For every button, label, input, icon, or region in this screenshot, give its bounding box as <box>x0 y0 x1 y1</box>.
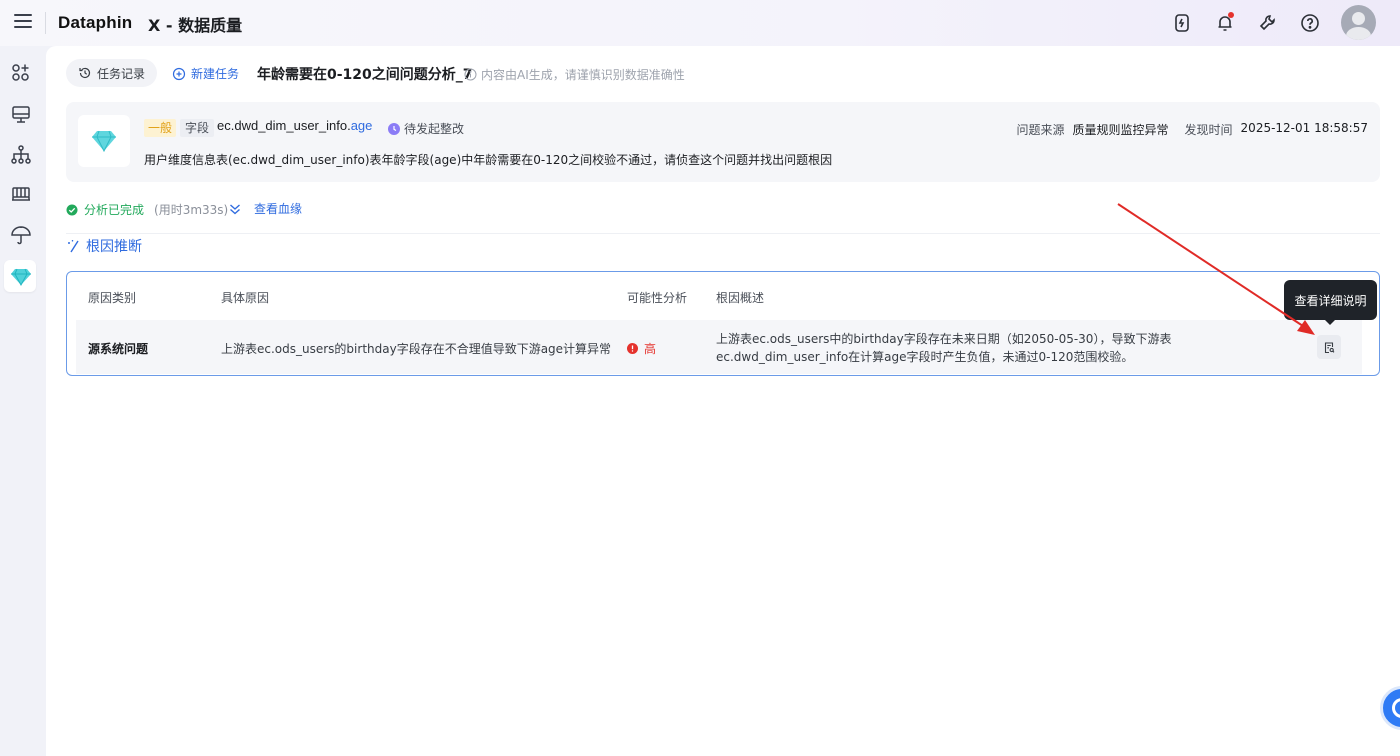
plus-circle-icon <box>172 67 186 80</box>
field-name: ec.dwd_dim_user_info.age <box>217 118 372 133</box>
umbrella-icon[interactable] <box>9 223 33 247</box>
left-sidebar <box>0 46 46 756</box>
root-cause-heading: 根因推断 <box>66 236 142 256</box>
clock-status-icon <box>388 122 400 135</box>
row-summary: 上游表ec.ods_users中的birthday字段存在未来日期（如2050-… <box>716 332 1172 364</box>
source-value: 质量规则监控异常 <box>1072 123 1169 137</box>
diamond-icon[interactable] <box>9 264 33 288</box>
new-task-button[interactable]: 新建任务 <box>172 65 239 82</box>
source-label: 问题来源 <box>1016 123 1065 137</box>
alert-circle-icon <box>627 343 638 354</box>
main-panel: 任务记录 新建任务 年龄需要在0-120之间问题分析_7 内容由AI生成，请谨慎… <box>46 46 1400 756</box>
history-icon <box>79 67 91 79</box>
column-header-summary: 根因概述 <box>716 291 765 305</box>
field-name-prefix: ec.dwd_dim_user_info. <box>217 118 351 133</box>
found-time-value: 2025-12-01 18:58:57 <box>1240 121 1368 135</box>
column-header-possibility: 可能性分析 <box>627 291 688 305</box>
view-lineage-button[interactable]: 查看血缘 <box>228 200 302 217</box>
analysis-status-text: 分析已完成 <box>84 203 145 217</box>
double-chevron-down-icon <box>230 203 240 214</box>
severity-tag: 一般 <box>144 119 177 137</box>
document-search-icon <box>1324 341 1334 353</box>
analysis-duration: (用时3m33s) <box>154 203 229 217</box>
wrench-icon[interactable] <box>1257 12 1279 34</box>
row-reason: 上游表ec.ods_users的birthday字段存在不合理值导致下游age计… <box>221 342 612 356</box>
table-row: 源系统问题 上游表ec.ods_users的birthday字段存在不合理值导致… <box>76 320 1362 374</box>
object-type-tag: 字段 <box>180 119 215 137</box>
root-cause-title: 根因推断 <box>86 239 142 255</box>
avatar[interactable] <box>1341 5 1376 40</box>
dataphin-logo: Dataphin <box>58 13 133 32</box>
issue-description: 用户维度信息表(ec.dwd_dim_user_info)表年龄字段(age)中… <box>144 153 833 167</box>
check-circle-icon <box>66 204 78 215</box>
column-header-category: 原因类别 <box>88 291 137 305</box>
apps-icon[interactable] <box>9 60 33 84</box>
view-detail-tooltip: 查看详细说明 <box>1284 280 1377 325</box>
task-history-label: 任务记录 <box>97 66 146 81</box>
issue-status-text: 待发起整改 <box>404 122 465 136</box>
magic-wand-icon <box>68 240 79 253</box>
header-divider <box>45 12 46 34</box>
app-title: X - 数据质量 <box>148 16 243 35</box>
root-cause-table: 原因类别 具体原因 可能性分析 根因概述 源系统问题 上游表ec.ods_use… <box>66 271 1380 376</box>
view-detail-button[interactable] <box>1317 335 1341 359</box>
new-task-label: 新建任务 <box>191 67 240 81</box>
hamburger-menu-icon[interactable] <box>14 14 32 30</box>
info-icon <box>464 68 477 81</box>
section-divider <box>66 233 1380 234</box>
analysis-status: 分析已完成 (用时3m33s) <box>66 201 228 218</box>
upload-task-icon[interactable] <box>1171 12 1193 34</box>
field-name-highlight: age <box>350 118 373 133</box>
row-possibility: 高 <box>627 340 656 357</box>
ai-disclaimer-text: 内容由AI生成，请谨慎识别数据准确性 <box>481 68 685 82</box>
column-header-reason: 具体原因 <box>221 291 270 305</box>
issue-meta: 问题来源 质量规则监控异常 发现时间 2025-12-01 18:58:57 <box>1017 121 1369 138</box>
issue-status: 待发起整改 <box>388 120 464 137</box>
row-possibility-text: 高 <box>644 342 657 356</box>
found-time-label: 发现时间 <box>1184 123 1233 137</box>
issue-card: 一般 字段 ec.dwd_dim_user_info.age 待发起整改 问题来… <box>66 102 1380 182</box>
view-lineage-label: 查看血缘 <box>254 202 303 216</box>
monitor-icon[interactable] <box>9 102 33 126</box>
top-bar: Dataphin X - 数据质量 <box>0 0 1400 46</box>
ai-disclaimer: 内容由AI生成，请谨慎识别数据准确性 <box>464 66 685 83</box>
help-icon[interactable] <box>1299 12 1321 34</box>
database-icon[interactable] <box>9 182 33 206</box>
notification-dot <box>1228 12 1234 18</box>
row-category: 源系统问题 <box>88 342 149 356</box>
task-title: 年龄需要在0-120之间问题分析_7 <box>257 67 473 83</box>
bell-icon[interactable] <box>1214 12 1236 34</box>
lineage-icon[interactable] <box>9 143 33 167</box>
issue-diamond-icon <box>78 115 130 167</box>
task-history-button[interactable]: 任务记录 <box>66 59 158 87</box>
